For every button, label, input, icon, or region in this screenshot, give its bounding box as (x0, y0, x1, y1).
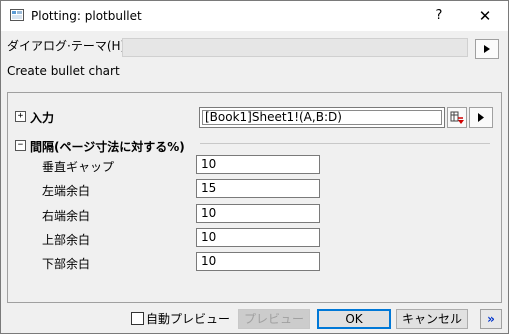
title-bar: Plotting: plotbullet ? ✕ (1, 1, 508, 31)
input-range-field[interactable]: [Book1]Sheet1!(A,B:D) (199, 107, 445, 128)
close-button[interactable]: ✕ (475, 7, 495, 25)
range-picker-button[interactable] (447, 107, 467, 128)
app-icon (10, 9, 24, 21)
preview-button[interactable]: プレビュー (238, 309, 310, 329)
top-margin-label: 上部余白 (42, 233, 91, 247)
spacing-section-label: 間隔(ページ寸法に対する%) (30, 140, 185, 154)
ok-button[interactable]: OK (317, 309, 391, 329)
top-margin-field[interactable]: 10 (196, 228, 320, 247)
dialog-description: Create bullet chart (7, 64, 120, 78)
input-section-label: 入力 (30, 111, 55, 125)
right-margin-label: 右端余白 (42, 209, 91, 223)
dialog-window: Plotting: plotbullet ? ✕ ダイアログ·テーマ(H) Cr… (0, 0, 509, 334)
theme-menu-button[interactable] (475, 39, 499, 59)
help-button[interactable]: ? (429, 7, 449, 25)
bottom-margin-label: 下部余白 (42, 257, 91, 271)
settings-panel: + 入力 [Book1]Sheet1!(A,B:D) − 間隔(ページ寸法に対す… (7, 92, 502, 303)
theme-field[interactable] (122, 38, 468, 57)
play-arrow-icon (484, 45, 490, 53)
theme-label: ダイアログ·テーマ(H) (7, 39, 126, 53)
left-margin-label: 左端余白 (42, 184, 91, 198)
spacing-expander[interactable]: − (15, 140, 26, 151)
vertical-gap-field[interactable]: 10 (196, 155, 320, 174)
cancel-button[interactable]: キャンセル (396, 309, 468, 329)
right-margin-field[interactable]: 10 (196, 204, 320, 223)
bottom-margin-field[interactable]: 10 (196, 252, 320, 271)
auto-preview-label[interactable]: 自動プレビュー (146, 310, 230, 327)
section-divider (200, 143, 490, 144)
range-select-icon (450, 111, 464, 124)
vertical-gap-label: 垂直ギャップ (42, 160, 115, 174)
input-expander[interactable]: + (15, 111, 26, 122)
input-range-value: [Book1]Sheet1!(A,B:D) (202, 110, 442, 125)
auto-preview-checkbox[interactable] (131, 312, 144, 325)
input-menu-button[interactable] (469, 107, 493, 128)
window-title: Plotting: plotbullet (31, 9, 142, 23)
left-margin-field[interactable]: 15 (196, 179, 320, 198)
play-arrow-icon (478, 113, 484, 122)
expand-dialog-button[interactable]: » (480, 309, 502, 329)
